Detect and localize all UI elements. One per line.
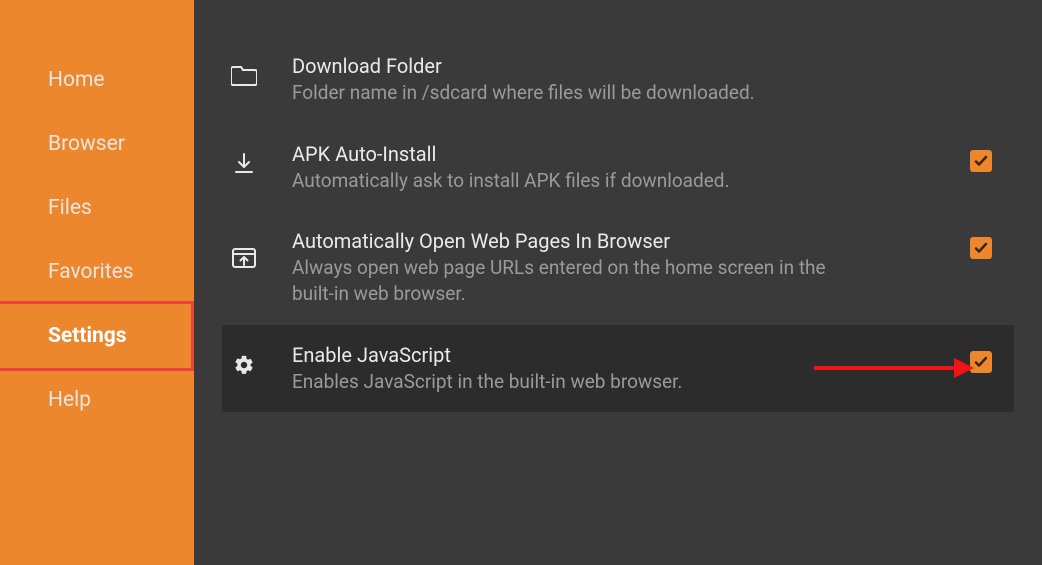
sidebar-item-home[interactable]: Home (0, 48, 194, 112)
setting-title: Enable JavaScript (292, 343, 940, 367)
checkbox-checked-icon (970, 150, 992, 172)
open-in-browser-icon (226, 241, 262, 277)
setting-download-folder[interactable]: Download Folder Folder name in /sdcard w… (222, 36, 1014, 124)
setting-title: Automatically Open Web Pages In Browser (292, 229, 940, 253)
setting-desc: Folder name in /sdcard where files will … (292, 80, 998, 106)
setting-desc: Automatically ask to install APK files i… (292, 168, 940, 194)
setting-text: Download Folder Folder name in /sdcard w… (292, 54, 998, 106)
checkbox-apk-auto-install[interactable] (970, 150, 992, 172)
setting-text: APK Auto-Install Automatically ask to in… (292, 142, 940, 194)
checkbox-checked-icon (970, 237, 992, 259)
checkbox-open-web-pages[interactable] (970, 237, 992, 259)
sidebar-item-settings[interactable]: Settings (48, 324, 127, 348)
setting-enable-javascript[interactable]: Enable JavaScript Enables JavaScript in … (222, 325, 1014, 413)
setting-text: Enable JavaScript Enables JavaScript in … (292, 343, 940, 395)
setting-title: Download Folder (292, 54, 998, 78)
sidebar-item-files[interactable]: Files (0, 176, 194, 240)
settings-content: Download Folder Folder name in /sdcard w… (194, 0, 1042, 565)
sidebar-item-label: Home (48, 68, 105, 92)
setting-title: APK Auto-Install (292, 142, 940, 166)
setting-text: Automatically Open Web Pages In Browser … (292, 229, 940, 306)
setting-desc: Enables JavaScript in the built-in web b… (292, 369, 940, 395)
download-icon (226, 146, 262, 182)
folder-icon (226, 58, 262, 94)
checkbox-checked-icon (970, 351, 992, 373)
setting-open-web-pages[interactable]: Automatically Open Web Pages In Browser … (222, 211, 1014, 324)
sidebar-item-label: Help (48, 388, 91, 412)
sidebar-item-favorites[interactable]: Favorites (0, 240, 194, 304)
checkbox-enable-javascript[interactable] (970, 351, 992, 373)
sidebar: Home Browser Files Favorites Settings He… (0, 0, 194, 565)
sidebar-item-label: Favorites (48, 260, 134, 284)
sidebar-item-help[interactable]: Help (0, 368, 194, 432)
sidebar-item-settings-highlight: Settings (0, 301, 194, 371)
setting-desc: Always open web page URLs entered on the… (292, 255, 872, 306)
sidebar-item-label: Settings (48, 324, 127, 348)
sidebar-item-label: Files (48, 196, 92, 220)
setting-apk-auto-install[interactable]: APK Auto-Install Automatically ask to in… (222, 124, 1014, 212)
sidebar-item-label: Browser (48, 132, 125, 156)
sidebar-item-browser[interactable]: Browser (0, 112, 194, 176)
gear-icon (226, 347, 262, 383)
